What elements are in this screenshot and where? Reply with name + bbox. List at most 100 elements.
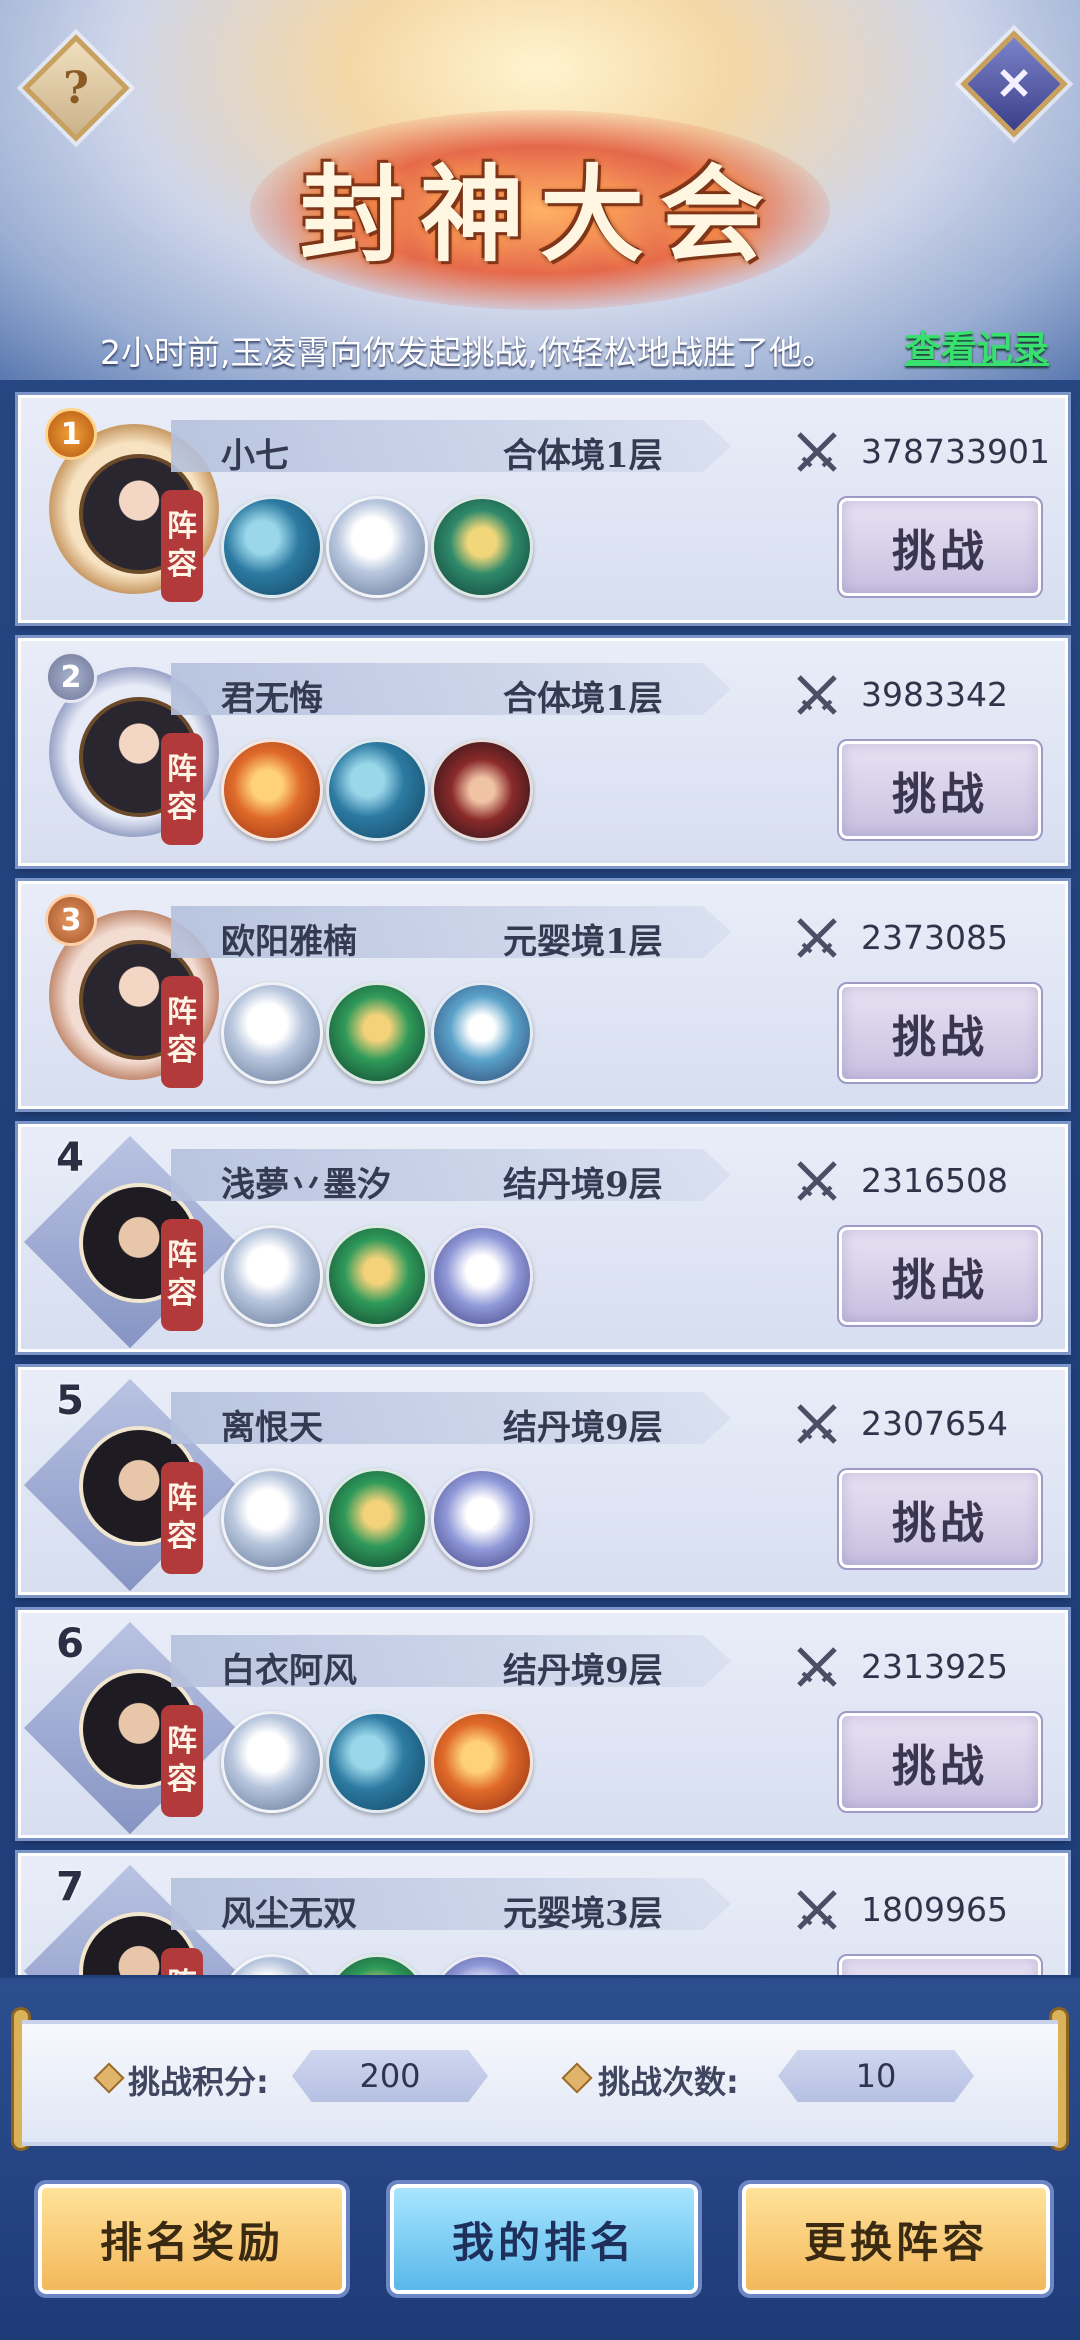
count-value: 10 (778, 2050, 974, 2102)
combat-power: 2307654 (861, 1404, 1008, 1443)
challenge-button[interactable]: 挑战 (837, 1225, 1043, 1327)
lineup-tag-char: 阵 (167, 1966, 197, 1975)
player-card: 4 浅夢丷墨汐 结丹境9层 2316508 阵容 挑战 (15, 1121, 1071, 1355)
page-title: 封神大会 (299, 153, 780, 276)
rank-badge: 3 (45, 894, 97, 946)
player-card: 1 小七 合体境1层 378733901 阵容 挑战 (15, 392, 1071, 626)
crossed-swords-icon (797, 432, 837, 472)
tiger-icon[interactable] (221, 1954, 323, 1975)
close-icon: ✕ (995, 58, 1033, 110)
player-name: 小七 (221, 436, 289, 476)
wolf-icon[interactable] (431, 1225, 533, 1327)
lineup-tag: 阵容 (161, 490, 203, 602)
player-name: 欧阳雅楠 (221, 922, 357, 962)
combat-power: 3983342 (861, 675, 1008, 714)
challenge-button[interactable]: 挑战 (837, 1954, 1043, 1975)
lineup-tag: 阵容 (161, 976, 203, 1088)
whale-icon[interactable] (326, 1711, 428, 1813)
ranking-list[interactable]: 1 小七 合体境1层 378733901 阵容挑战 2 君无悔 合体境1层 3983342 阵容挑… (0, 385, 1080, 1975)
tiger-icon[interactable] (221, 982, 323, 1084)
player-realm: 元婴境1层 (503, 922, 663, 962)
lineup-tag: 阵容 (161, 1705, 203, 1817)
wolf-icon[interactable] (431, 1468, 533, 1570)
help-button[interactable]: ? (22, 34, 130, 142)
challenge-button[interactable]: 挑战 (837, 982, 1043, 1084)
rank-badge: 6 (56, 1621, 84, 1667)
tiger-icon[interactable] (221, 1225, 323, 1327)
lineup-tag-char: 阵 (167, 1481, 197, 1516)
rank-badge: 7 (56, 1864, 84, 1910)
lineup-tag-char: 容 (167, 547, 197, 582)
player-realm: 结丹境9层 (503, 1408, 663, 1448)
lineup-tag: 阵容 (161, 733, 203, 845)
player-name: 浅夢丷墨汐 (221, 1165, 391, 1205)
challenge-button[interactable]: 挑战 (837, 739, 1043, 841)
dragon-dark-icon[interactable] (431, 739, 533, 841)
dragon-green-icon[interactable] (326, 1225, 428, 1327)
dragon-gold-icon[interactable] (431, 496, 533, 598)
view-record-link[interactable]: 查看记录 (905, 320, 1049, 372)
crossed-swords-icon (797, 1161, 837, 1201)
player-card: 5 离恨天 结丹境9层 2307654 阵容 挑战 (15, 1364, 1071, 1598)
player-card: 6 白衣阿风 结丹境9层 2313925 阵容 挑战 (15, 1607, 1071, 1841)
wolf-icon[interactable] (431, 1954, 533, 1975)
lineup-tag-char: 阵 (167, 1724, 197, 1759)
rank-badge: 1 (45, 408, 97, 460)
dragon-red-icon[interactable] (221, 739, 323, 841)
player-name: 离恨天 (221, 1408, 323, 1448)
player-realm: 元婴境3层 (503, 1894, 663, 1934)
challenge-button[interactable]: 挑战 (837, 1711, 1043, 1813)
player-realm: 合体境1层 (503, 436, 663, 476)
combat-power: 1809965 (861, 1890, 1008, 1929)
dragon-green-icon[interactable] (326, 1954, 428, 1975)
rank-rewards-button[interactable]: 排名奖励 (34, 2180, 350, 2298)
challenge-button[interactable]: 挑战 (837, 496, 1043, 598)
combat-power: 2316508 (861, 1161, 1008, 1200)
lineup-tag: 阵容 (161, 1219, 203, 1331)
crossed-swords-icon (797, 675, 837, 715)
combat-power: 2373085 (861, 918, 1008, 957)
player-name: 君无悔 (221, 679, 323, 719)
rank-badge: 2 (45, 651, 97, 703)
lineup-tag-char: 容 (167, 1033, 197, 1068)
lineup-tag: 阵容 (161, 1948, 203, 1975)
my-rank-button[interactable]: 我的排名 (386, 2180, 702, 2298)
player-name: 白衣阿风 (221, 1651, 357, 1691)
player-card: 3 欧阳雅楠 元婴境1层 2373085 阵容 挑战 (15, 878, 1071, 1112)
crossed-swords-icon (797, 918, 837, 958)
count-label: 挑战次数: (598, 2063, 739, 2101)
player-realm: 结丹境9层 (503, 1165, 663, 1205)
header-banner: ? ✕ 封神大会 2小时前,玉凌霄向你发起挑战,你轻松地战胜了他。 查看记录 (0, 0, 1080, 380)
player-card: 2 君无悔 合体境1层 3983342 阵容 挑战 (15, 635, 1071, 869)
crossed-swords-icon (797, 1890, 837, 1930)
player-card: 7 风尘无双 元婴境3层 1809965 阵容 挑战 (15, 1850, 1071, 1975)
dragon-green-icon[interactable] (326, 1468, 428, 1570)
lineup-tag-char: 阵 (167, 995, 197, 1030)
crossed-swords-icon (797, 1647, 837, 1687)
lineup-tag-char: 容 (167, 1276, 197, 1311)
lineup-tag-char: 容 (167, 790, 197, 825)
whale-icon[interactable] (221, 496, 323, 598)
challenge-button[interactable]: 挑战 (837, 1468, 1043, 1570)
dragon-blue-icon[interactable] (431, 982, 533, 1084)
player-realm: 合体境1层 (503, 679, 663, 719)
whale-icon[interactable] (326, 739, 428, 841)
tiger-icon[interactable] (326, 496, 428, 598)
combat-power: 378733901 (861, 432, 1050, 471)
lineup-tag-char: 阵 (167, 1238, 197, 1273)
change-lineup-button[interactable]: 更换阵容 (738, 2180, 1054, 2298)
crossed-swords-icon (797, 1404, 837, 1444)
dragon-red-icon[interactable] (431, 1711, 533, 1813)
dragon-green-icon[interactable] (326, 982, 428, 1084)
tiger-icon[interactable] (221, 1711, 323, 1813)
player-realm: 结丹境9层 (503, 1651, 663, 1691)
score-value: 200 (292, 2050, 488, 2102)
tiger-icon[interactable] (221, 1468, 323, 1570)
rank-badge: 4 (56, 1135, 84, 1181)
lineup-tag: 阵容 (161, 1462, 203, 1574)
help-icon: ? (63, 62, 89, 114)
close-button[interactable]: ✕ (960, 30, 1068, 138)
player-name: 风尘无双 (221, 1894, 357, 1934)
rank-badge: 5 (56, 1378, 84, 1424)
lineup-tag-char: 阵 (167, 509, 197, 544)
